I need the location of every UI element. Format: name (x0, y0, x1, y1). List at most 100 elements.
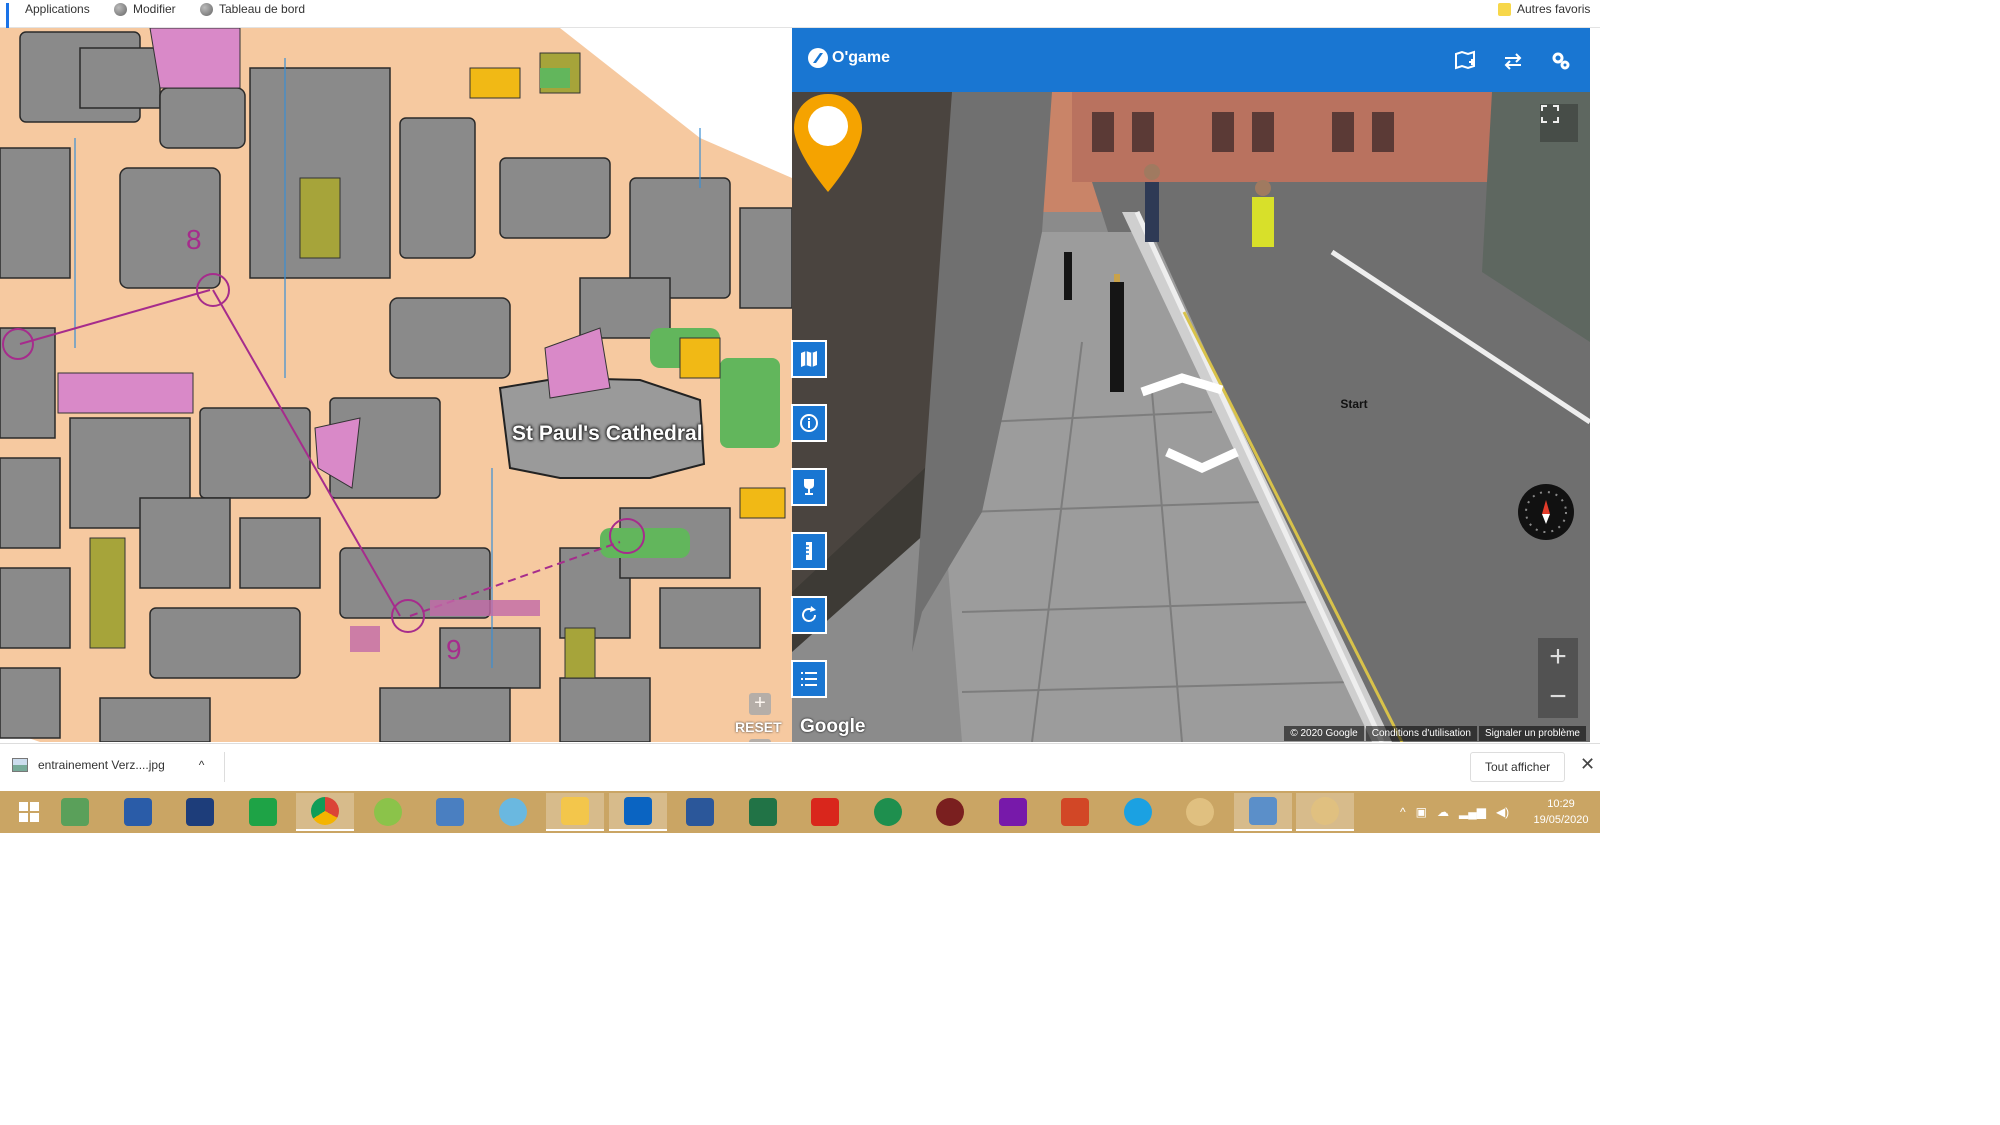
compass-logo-icon (808, 48, 828, 68)
divider (224, 752, 225, 782)
clock[interactable]: 10:29 19/05/2020 (1528, 796, 1594, 828)
taskbar-app-word[interactable] (671, 793, 729, 831)
control-panel-icon (436, 798, 464, 826)
taskbar-app-control-panel[interactable] (421, 793, 479, 831)
attribution-bar: © 2020 Google Conditions d'utilisation S… (1282, 726, 1586, 741)
taskbar-app-excel[interactable] (734, 793, 792, 831)
trophy-tool-button[interactable] (791, 468, 827, 506)
bookmarks-bar: Applications Modifier Tableau de bord Au… (0, 0, 1600, 30)
excel-icon (749, 798, 777, 826)
ruler-tool-button[interactable] (791, 532, 827, 570)
list-tool-button[interactable] (791, 660, 827, 698)
start-pin-icon[interactable] (792, 92, 864, 196)
weather-icon[interactable]: ☁ (1437, 805, 1449, 819)
download-bar: entrainement Verz....jpg ^ Tout afficher… (0, 743, 1600, 789)
clock-date: 19/05/2020 (1533, 814, 1589, 826)
start-label: Start (1340, 397, 1368, 411)
download-item[interactable]: entrainement Verz....jpg ^ (12, 758, 204, 772)
taskbar-app-outlook[interactable] (609, 793, 667, 831)
street-view-image (792, 92, 1590, 742)
a-green-icon (874, 798, 902, 826)
clock-time: 10:29 (1547, 798, 1575, 810)
settings-gears-icon (1552, 52, 1570, 70)
map-reset-button[interactable]: RESET (735, 719, 783, 735)
other-favorites-label: Autres favoris (1517, 2, 1591, 16)
orienteering-map[interactable]: St Paul's Cathedral 8 9 + RESET − (0, 28, 792, 742)
taskbar-app-remote-desktop[interactable] (171, 793, 229, 831)
fullscreen-icon (1541, 105, 1559, 123)
map-add-button[interactable] (1452, 48, 1478, 74)
side-toolbar (791, 340, 829, 724)
pdf-icon (811, 798, 839, 826)
app-logo[interactable]: O'game (808, 48, 890, 68)
wifi-icon[interactable]: ▂▄▆ (1459, 805, 1486, 819)
map-zoom-out-button[interactable]: − (749, 739, 771, 742)
volume-icon[interactable]: ◀) (1496, 805, 1509, 819)
info-icon (800, 414, 818, 432)
taskbar-app-paint[interactable] (1171, 793, 1229, 831)
other-favorites[interactable]: Autres favoris (1498, 0, 1590, 18)
bookmark-modifier[interactable]: Modifier (114, 0, 176, 18)
settings-button[interactable] (1548, 48, 1574, 74)
taskbar-app-paint-2[interactable] (1296, 793, 1354, 831)
taskbar-app-messaging[interactable] (109, 793, 167, 831)
close-download-bar-button[interactable]: ✕ (1580, 754, 1595, 775)
street-view-zoom-in-button[interactable]: + (1538, 638, 1578, 678)
taskbar-app-powerpoint[interactable] (1046, 793, 1104, 831)
bookmark-tableau-de-bord[interactable]: Tableau de bord (200, 0, 305, 18)
outlook-icon (624, 797, 652, 825)
control-number: 8 (186, 224, 202, 255)
cathedral-label: St Paul's Cathedral (512, 422, 703, 445)
taskbar-app-chrome[interactable] (296, 793, 354, 831)
windows-taskbar: ^ ▣ ☁ ▂▄▆ ◀) 10:29 19/05/2020 (0, 791, 1600, 833)
fullscreen-button[interactable] (1540, 104, 1578, 142)
file-explorer-icon (561, 797, 589, 825)
control-number: 9 (446, 634, 462, 665)
map-zoom-in-button[interactable]: + (749, 693, 771, 715)
bookmark-label: Applications (25, 2, 90, 16)
internet-explorer-icon (1124, 798, 1152, 826)
refresh-tool-button[interactable] (791, 596, 827, 634)
onenote-icon (999, 798, 1027, 826)
chevron-up-icon[interactable]: ^ (1400, 805, 1406, 819)
app-header: O'game (792, 28, 1590, 92)
taskbar-app-onenote[interactable] (984, 793, 1042, 831)
chevron-up-icon[interactable]: ^ (199, 758, 205, 772)
list-icon (801, 672, 817, 686)
powerpoint-icon (1061, 798, 1089, 826)
map-tool-button[interactable] (791, 340, 827, 378)
windows-logo-icon (19, 802, 39, 822)
report-problem-link[interactable]: Signaler un problème (1478, 726, 1586, 741)
bookmark-label: Tableau de bord (219, 2, 306, 16)
taskbar-app-media[interactable] (921, 793, 979, 831)
taskbar-app-a-green[interactable] (859, 793, 917, 831)
taskbar-app-store[interactable] (234, 793, 292, 831)
taskbar-app-photos[interactable] (1234, 793, 1292, 831)
remote-desktop-icon (186, 798, 214, 826)
media-icon (936, 798, 964, 826)
globe-icon (114, 2, 127, 16)
image-file-icon (12, 758, 28, 772)
map-add-icon (1455, 50, 1475, 70)
taskbar-app-a[interactable] (484, 793, 542, 831)
taskbar-app-qgis[interactable] (359, 793, 417, 831)
street-view-zoom-controls: + − (1538, 638, 1578, 718)
show-all-button[interactable]: Tout afficher (1470, 752, 1566, 782)
taskbar-app-file-explorer[interactable] (546, 793, 604, 831)
folder-icon (1498, 2, 1511, 16)
info-tool-button[interactable] (791, 404, 827, 442)
apps-grid-icon (6, 2, 19, 30)
download-file-name: entrainement Verz....jpg (38, 758, 165, 772)
swap-button[interactable] (1500, 48, 1526, 74)
street-view[interactable]: Start + − Google © 2020 Google Condition… (792, 92, 1590, 742)
street-view-zoom-out-button[interactable]: − (1538, 678, 1578, 718)
refresh-icon (802, 606, 816, 622)
taskbar-app-pdf[interactable] (796, 793, 854, 831)
terms-link[interactable]: Conditions d'utilisation (1365, 726, 1477, 741)
taskbar-app-internet-explorer[interactable] (1109, 793, 1167, 831)
taskbar-app-evernote[interactable] (46, 793, 104, 831)
network-icon[interactable]: ▣ (1416, 805, 1427, 819)
compass-control[interactable] (1518, 484, 1574, 540)
bookmark-applications[interactable]: Applications (6, 0, 90, 30)
trophy-icon (804, 479, 814, 495)
